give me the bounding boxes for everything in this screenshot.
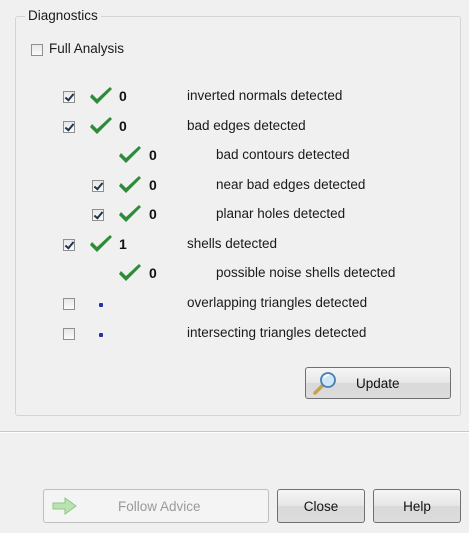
count-value: 0 (149, 206, 157, 222)
update-button[interactable]: Update (305, 367, 451, 399)
count-value: 0 (149, 265, 157, 281)
help-button[interactable]: Help (373, 489, 461, 523)
check-icon (90, 87, 112, 104)
planar-holes-checkbox[interactable] (92, 209, 104, 221)
check-icon (90, 117, 112, 134)
pending-dot-icon (99, 303, 103, 307)
check-icon (119, 176, 141, 193)
row-label-bad-edges: bad edges detected (187, 118, 306, 133)
check-icon (119, 264, 141, 281)
separator (0, 431, 469, 433)
count-value: 0 (149, 147, 157, 163)
close-button[interactable]: Close (277, 489, 365, 523)
row-label-inverted-normals: inverted normals detected (187, 88, 343, 103)
intersecting-triangles-checkbox[interactable] (63, 328, 75, 340)
row-label-bad-contours: bad contours detected (216, 147, 350, 162)
full-analysis-label[interactable]: Full Analysis (49, 41, 124, 56)
bad-edges-checkbox[interactable] (63, 121, 75, 133)
count-value: 0 (149, 177, 157, 193)
check-icon (90, 235, 112, 252)
row-label-shells: shells detected (187, 236, 278, 251)
check-icon (119, 205, 141, 222)
arrow-right-icon (52, 497, 77, 515)
magnifier-icon (313, 372, 336, 395)
pending-dot-icon (99, 333, 103, 337)
count-value: 0 (119, 88, 127, 104)
count-value: 0 (119, 118, 127, 134)
follow-advice-label: Follow Advice (118, 498, 201, 514)
update-button-label: Update (356, 375, 400, 391)
row-label-intersecting-triangles: intersecting triangles detected (187, 325, 367, 340)
inverted-normals-checkbox[interactable] (63, 91, 75, 103)
row-label-near-bad-edges: near bad edges detected (216, 177, 366, 192)
count-value: 1 (119, 236, 127, 252)
row-label-overlapping-triangles: overlapping triangles detected (187, 295, 368, 310)
row-label-noise-shells: possible noise shells detected (216, 265, 396, 280)
check-icon (119, 146, 141, 163)
overlapping-triangles-checkbox[interactable] (63, 298, 75, 310)
row-label-planar-holes: planar holes detected (216, 206, 346, 221)
follow-advice-button[interactable]: Follow Advice (43, 489, 269, 523)
near-bad-edges-checkbox[interactable] (92, 180, 104, 192)
group-title: Diagnostics (25, 8, 101, 23)
shells-checkbox[interactable] (63, 239, 75, 251)
full-analysis-checkbox[interactable] (31, 44, 43, 56)
